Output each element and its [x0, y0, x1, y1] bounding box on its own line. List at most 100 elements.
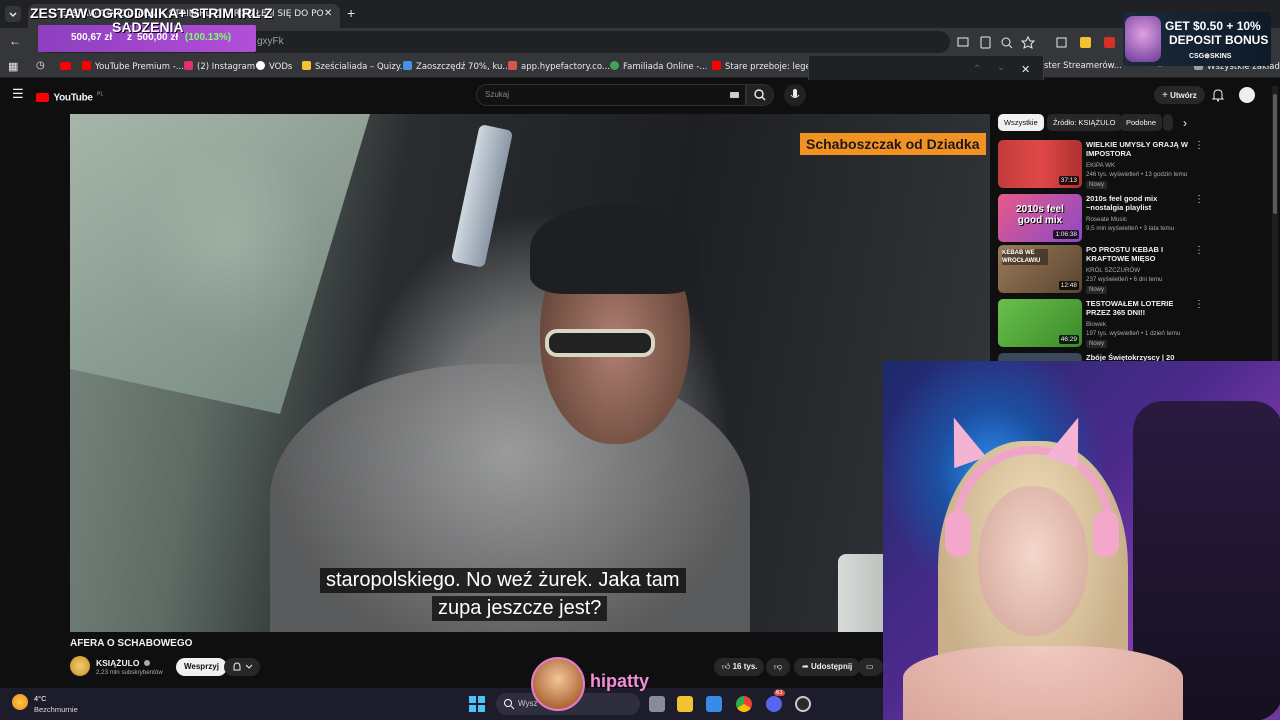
find-close-icon[interactable]: ✕ [1021, 63, 1030, 76]
discord-icon[interactable]: 61 [766, 690, 785, 712]
voice-search-button[interactable] [784, 84, 806, 106]
recommendation-item[interactable]: 46:29 TESTOWAŁEM LOTERIE PRZEZ 365 DNI!!… [998, 299, 1204, 351]
bookmark-item[interactable]: VODs [256, 61, 292, 72]
bookmark-item[interactable]: ster Streamerów... [1044, 61, 1122, 71]
youtube-bookmark-icon[interactable] [60, 62, 71, 70]
more-options-icon[interactable]: ⋮ [1194, 299, 1204, 310]
recommendation-item[interactable]: 2010s feel good mix 1:06:38 2010s feel g… [998, 194, 1204, 246]
ad-character [1125, 16, 1161, 62]
save-button[interactable]: ▭ [858, 658, 883, 676]
apps-grid-icon[interactable]: ▦ [8, 60, 18, 73]
subtitle-line-2: zupa jeszcze jest? [432, 596, 608, 621]
tab-list-button[interactable] [5, 6, 21, 22]
video-person-cap [530, 204, 700, 294]
channel-name[interactable]: KSIĄŻULO [96, 658, 150, 668]
recommendation-item[interactable]: KEBAB WE WROCŁAWIU 12:48 PO PROSTU KEBAB… [998, 245, 1204, 297]
page-scrollbar[interactable] [1272, 86, 1278, 361]
bookmark-item[interactable]: YouTube Premium -... [82, 61, 184, 72]
steam-icon [403, 61, 412, 70]
find-previous-icon[interactable]: ⌃ [973, 64, 981, 75]
scrollbar-thumb[interactable] [1273, 94, 1277, 214]
bookmark-item[interactable]: Sześcialiada – Quizy... [302, 61, 408, 72]
video-player[interactable]: Schaboszczak od Dziadka staropolskiego. … [70, 114, 990, 632]
notification-bell-button[interactable] [224, 658, 260, 676]
bookmark-star-icon[interactable] [1020, 36, 1036, 49]
chip-related[interactable]: Podobne [1120, 114, 1163, 131]
instagram-icon [184, 61, 193, 70]
recommendation-item[interactable]: Zbóje Świętokrzyscy | 20 [998, 353, 1198, 361]
youtube-logo[interactable]: YouTube PL [36, 89, 103, 107]
close-tab-icon[interactable]: ✕ [324, 8, 332, 19]
headphone-cup-left [945, 511, 971, 557]
video-person-sunglasses [545, 329, 655, 357]
microphone-icon [790, 89, 800, 98]
recommendation-item[interactable]: 37:13 WIELKIE UMYSŁY GRAJĄ W IMPOSTORA E… [998, 140, 1204, 192]
zoom-icon[interactable] [1001, 37, 1013, 49]
video-thumbnail[interactable]: KEBAB WE WROCŁAWIU 12:48 [998, 245, 1082, 293]
streamer-name: hipatty [590, 671, 650, 691]
share-button[interactable]: ➦ Udostępnij [794, 658, 861, 676]
search-button[interactable] [746, 84, 774, 106]
history-icon[interactable]: ◷ [36, 60, 45, 71]
video-thumbnail[interactable] [998, 353, 1082, 361]
extension-icon[interactable] [1056, 37, 1067, 48]
support-button[interactable]: Wesprzyj [176, 658, 227, 676]
extension-yellow-icon[interactable] [1080, 37, 1091, 48]
channel-avatar[interactable] [70, 656, 90, 676]
menu-icon[interactable]: ☰ [12, 86, 24, 102]
more-options-icon[interactable]: ⋮ [1194, 140, 1204, 151]
sun-icon [12, 694, 28, 710]
more-options-icon[interactable]: ⋮ [1194, 194, 1204, 205]
bell-icon[interactable] [1211, 88, 1225, 102]
chip-more[interactable] [1163, 114, 1173, 131]
new-tab-button[interactable]: + [347, 5, 355, 21]
hypefactory-icon [508, 61, 517, 70]
bookmark-item[interactable]: Zaoszczędź 70%, ku... [403, 61, 511, 72]
bookmarks-bar: ▦ ◷ YouTube Premium -... (2) Instagram V… [0, 56, 1280, 78]
windows-taskbar: 4°C Bezchmurnie Wysz 61 [0, 688, 883, 720]
store-icon[interactable] [706, 696, 722, 712]
file-explorer-icon[interactable] [677, 696, 693, 712]
search-icon [504, 699, 515, 710]
reader-icon[interactable] [980, 36, 991, 49]
keyboard-icon[interactable] [730, 92, 739, 98]
bookmark-item[interactable]: app.hypefactory.co... [508, 61, 610, 72]
omnibox-actions [957, 36, 1117, 50]
like-button[interactable]: 👍︎ 16 tys. [714, 658, 764, 676]
search-input[interactable]: Szukaj [476, 84, 746, 106]
avatar[interactable] [1239, 87, 1255, 103]
video-thumbnail[interactable]: 37:13 [998, 140, 1082, 188]
video-title: AFERA O SCHABOWEGO [70, 638, 193, 649]
youtube-icon [712, 61, 721, 70]
extension-red-icon[interactable] [1104, 37, 1115, 48]
find-next-icon[interactable]: ⌄ [997, 62, 1005, 73]
streamer-clothing [903, 646, 1183, 720]
video-thumbnail[interactable]: 46:29 [998, 299, 1082, 347]
create-button[interactable]: + Utwórz [1154, 86, 1205, 104]
task-view-icon[interactable] [649, 696, 665, 712]
chip-next-icon[interactable]: › [1183, 116, 1187, 130]
youtube-icon [82, 61, 91, 70]
bookmark-item[interactable]: Familiada Online -... [610, 61, 708, 72]
dislike-button[interactable]: 👎︎ [766, 658, 790, 676]
more-options-icon[interactable]: ⋮ [1194, 245, 1204, 256]
chip-all[interactable]: Wszystkie [998, 114, 1044, 131]
back-icon[interactable]: ← [9, 34, 21, 48]
bookmark-item[interactable]: Stare przeboje: lege... [712, 61, 819, 72]
start-button[interactable] [469, 696, 485, 712]
thumbs-up-icon: 👍︎ [722, 662, 731, 671]
verified-icon [143, 660, 150, 666]
chrome-icon[interactable] [736, 696, 752, 712]
bookmark-item[interactable]: (2) Instagram [184, 61, 255, 72]
obs-icon[interactable] [795, 696, 811, 712]
search-icon [754, 89, 766, 101]
install-icon[interactable] [957, 37, 969, 47]
chip-source[interactable]: Źródło: KSIĄŻULO [1047, 114, 1122, 131]
youtube-header: ☰ YouTube PL Szukaj + Utwórz [0, 80, 1280, 110]
car-window [70, 114, 370, 414]
video-thumbnail[interactable]: 2010s feel good mix 1:06:38 [998, 194, 1082, 242]
thumbs-down-icon: 👎︎ [774, 662, 783, 671]
globe-icon [256, 61, 265, 70]
video-phone [450, 123, 514, 269]
youtube-play-icon [36, 93, 49, 103]
